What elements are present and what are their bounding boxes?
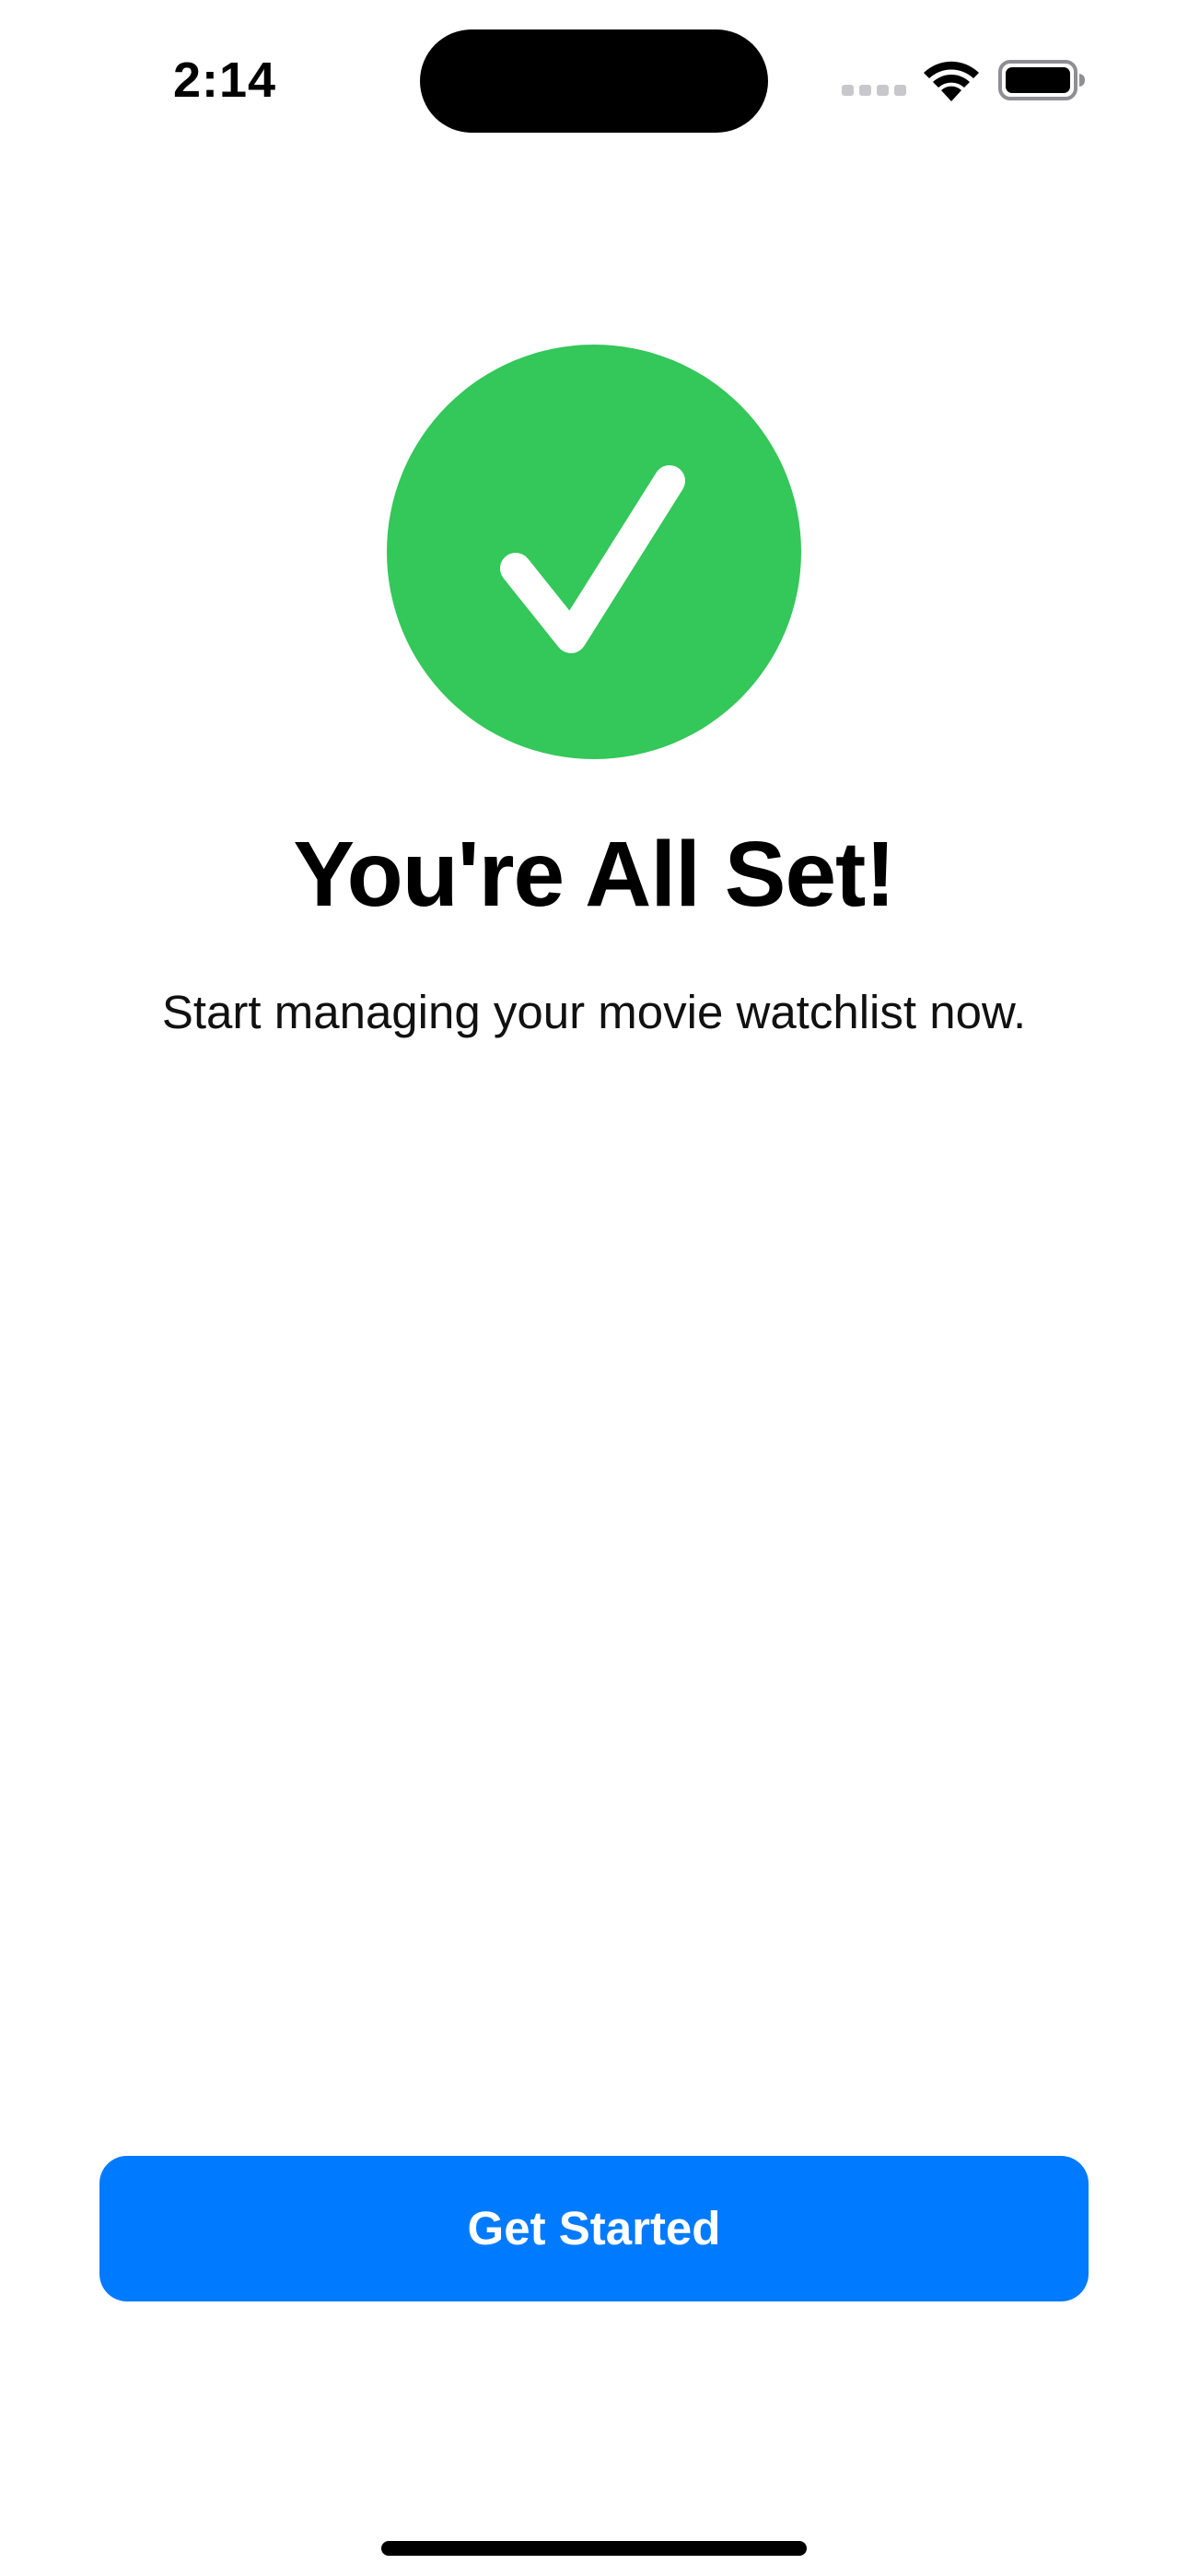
wifi-icon xyxy=(924,61,979,101)
cellular-signal-icon xyxy=(842,85,906,98)
page-title: You're All Set! xyxy=(293,823,895,926)
status-bar: 2:14 xyxy=(0,0,1188,157)
dynamic-island xyxy=(420,29,768,133)
page-subtitle: Start managing your movie watchlist now. xyxy=(161,986,1027,1038)
checkmark-icon xyxy=(500,465,685,653)
home-indicator[interactable] xyxy=(381,2541,807,2556)
battery-icon xyxy=(998,60,1085,100)
get-started-button[interactable]: Get Started xyxy=(99,2156,1089,2301)
status-time: 2:14 xyxy=(173,53,277,108)
success-badge xyxy=(387,345,801,759)
